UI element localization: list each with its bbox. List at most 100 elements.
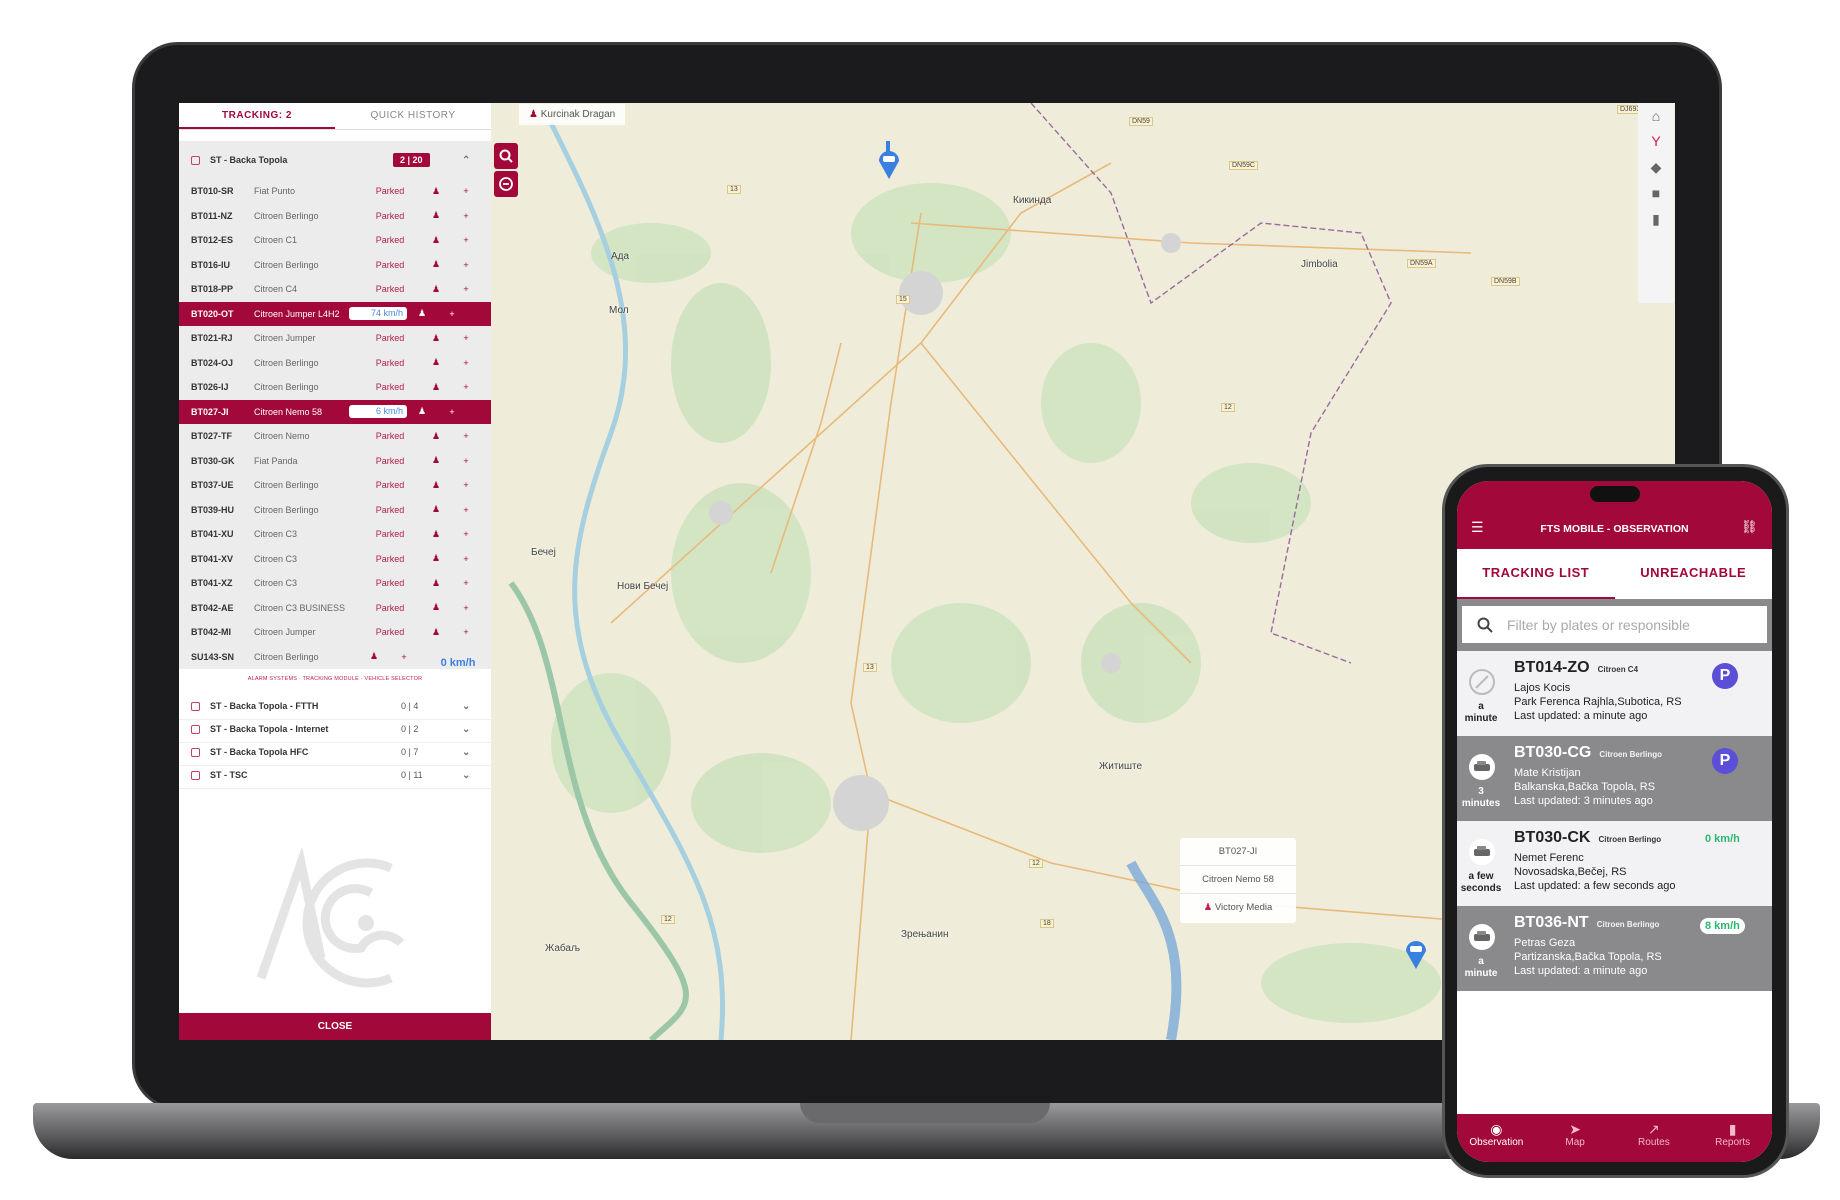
vehicle-row[interactable]: BT041-XV Citroen C3 Parked ♟ + [179, 547, 491, 572]
chevron-up-icon[interactable]: ⌃ [462, 155, 470, 166]
driver-icon[interactable]: ♟ [421, 504, 451, 515]
driver-icon[interactable]: ♟ [421, 602, 451, 613]
vehicle-row[interactable]: BT027-JI Citroen Nemo 58 6 km/h ♟ + [179, 399, 491, 424]
group-checkbox[interactable] [191, 724, 200, 734]
driver-icon[interactable]: ♟ [359, 651, 389, 662]
driver-icon[interactable]: ♟ [421, 553, 451, 564]
close-button[interactable]: CLOSE [179, 1013, 491, 1040]
chevron-down-icon[interactable]: ⌄ [462, 724, 470, 735]
zoom-out-button[interactable] [494, 171, 518, 197]
vehicle-model: Citroen Berlingo [254, 357, 319, 368]
time-ago-value: a [1478, 701, 1484, 712]
add-icon[interactable]: + [451, 505, 481, 515]
nav-observation[interactable]: ◉ Observation [1457, 1114, 1536, 1162]
chevron-down-icon[interactable]: ⌄ [462, 770, 470, 781]
driver-icon[interactable]: ♟ [421, 480, 451, 491]
vehicle-row[interactable]: BT030-GK Fiat Panda Parked ♟ + [179, 449, 491, 474]
tab-quick-history[interactable]: QUICK HISTORY [335, 103, 491, 129]
vehicle-row[interactable]: BT026-IJ Citroen Berlingo Parked ♟ + [179, 375, 491, 400]
vehicle-card[interactable]: a minute BT014-ZO Citroen C4 Lajos Kocis Park… [1457, 651, 1772, 736]
tab-tracking[interactable]: TRACKING: 2 [179, 103, 335, 129]
zoom-in-button[interactable] [494, 143, 518, 169]
vehicle-row[interactable]: BT021-RJ Citroen Jumper Parked ♟ + [179, 326, 491, 351]
nav-routes[interactable]: ↗ Routes [1615, 1114, 1694, 1162]
driver-icon[interactable]: ♟ [421, 333, 451, 344]
add-icon[interactable]: + [437, 309, 467, 319]
tab-tracking-list[interactable]: TRACKING LIST [1457, 549, 1615, 599]
add-icon[interactable]: + [451, 627, 481, 637]
driver-icon[interactable]: ♟ [421, 455, 451, 466]
vehicle-row[interactable]: BT042-AE Citroen C3 BUSINESS Parked ♟ + [179, 596, 491, 621]
vehicle-row[interactable]: BT041-XU Citroen C3 Parked ♟ + [179, 522, 491, 547]
group-checkbox[interactable] [191, 747, 200, 757]
vehicle-row[interactable]: BT039-HU Citroen Berlingo Parked ♟ + [179, 498, 491, 523]
driver-icon[interactable]: ♟ [421, 284, 451, 295]
driver-icon[interactable]: ♟ [421, 259, 451, 270]
alert-icon[interactable]: ■ [1647, 184, 1665, 202]
chevron-down-icon[interactable]: ⌄ [462, 747, 470, 758]
group-checkbox[interactable] [191, 155, 200, 165]
chevron-down-icon[interactable]: ⌄ [462, 701, 470, 712]
directions-icon[interactable]: ◆ [1647, 158, 1665, 176]
add-icon[interactable]: + [451, 211, 481, 221]
driver-icon[interactable]: ♟ [407, 308, 437, 319]
car-icon[interactable]: ⛓ [1741, 519, 1758, 535]
driver-icon[interactable]: ♟ [421, 210, 451, 221]
group-row[interactable]: ST - TSC 0 | 11 ⌄ [179, 762, 491, 789]
add-icon[interactable]: + [451, 554, 481, 564]
add-icon[interactable]: + [451, 186, 481, 196]
driver-icon[interactable]: ♟ [421, 578, 451, 589]
vehicle-row[interactable]: BT027-TF Citroen Nemo Parked ♟ + [179, 424, 491, 449]
vehicle-row[interactable]: BT020-OT Citroen Jumper L4H2 74 km/h ♟ + [179, 301, 491, 326]
add-icon[interactable]: + [451, 603, 481, 613]
add-icon[interactable]: + [451, 456, 481, 466]
vehicle-card[interactable]: 3 minutes BT030-CG Citroen Berlingo Mate Kri… [1457, 736, 1772, 821]
vehicle-pin-icon[interactable] [878, 141, 900, 181]
car-icon [1469, 839, 1495, 865]
vehicle-card[interactable]: a few seconds BT030-CK Citroen Berlingo Neme… [1457, 821, 1772, 906]
add-icon[interactable]: + [389, 652, 419, 662]
driver-icon[interactable]: ♟ [421, 186, 451, 197]
driver-icon[interactable]: ♟ [421, 235, 451, 246]
driver-icon[interactable]: ♟ [421, 382, 451, 393]
fuel-icon[interactable]: ▮ [1647, 210, 1665, 228]
vehicle-row[interactable]: BT018-PP Citroen C4 Parked ♟ + [179, 277, 491, 302]
nav-reports[interactable]: ▮ Reports [1693, 1114, 1772, 1162]
add-icon[interactable]: + [451, 260, 481, 270]
vehicle-row[interactable]: BT010-SR Fiat Punto Parked ♟ + [179, 179, 491, 204]
driver-icon[interactable]: ♟ [421, 627, 451, 638]
add-icon[interactable]: + [451, 431, 481, 441]
add-icon[interactable]: + [451, 480, 481, 490]
vehicle-row[interactable]: BT024-OJ Citroen Berlingo Parked ♟ + [179, 351, 491, 376]
add-icon[interactable]: + [451, 382, 481, 392]
vehicle-row[interactable]: BT042-MI Citroen Jumper Parked ♟ + [179, 620, 491, 645]
vehicle-row[interactable]: BT011-NZ Citroen Berlingo Parked ♟ + [179, 204, 491, 229]
nav-map[interactable]: ➤ Map [1536, 1114, 1615, 1162]
search-input[interactable] [1462, 606, 1767, 643]
panel-tabs: TRACKING: 2 QUICK HISTORY [179, 103, 491, 130]
driver-icon[interactable]: ♟ [421, 357, 451, 368]
home-icon[interactable]: ⌂ [1647, 107, 1665, 125]
tab-unreachable[interactable]: UNREACHABLE [1615, 549, 1773, 599]
vehicle-row[interactable]: SU143-SN Citroen Berlingo 0 km/h ♟ + [179, 645, 491, 670]
group-checkbox[interactable] [191, 701, 200, 711]
add-icon[interactable]: + [437, 407, 467, 417]
fork-icon[interactable]: Y [1647, 132, 1665, 150]
vehicle-pin-icon[interactable] [1405, 939, 1427, 971]
add-icon[interactable]: + [451, 578, 481, 588]
add-icon[interactable]: + [451, 358, 481, 368]
driver-icon[interactable]: ♟ [421, 529, 451, 540]
vehicle-row[interactable]: BT016-IU Citroen Berlingo Parked ♟ + [179, 253, 491, 278]
vehicle-row[interactable]: BT037-UE Citroen Berlingo Parked ♟ + [179, 473, 491, 498]
add-icon[interactable]: + [451, 529, 481, 539]
driver-icon[interactable]: ♟ [421, 431, 451, 442]
group-checkbox[interactable] [191, 770, 200, 780]
vehicle-row[interactable]: BT041-XZ Citroen C3 Parked ♟ + [179, 571, 491, 596]
driver-icon[interactable]: ♟ [407, 406, 437, 417]
add-icon[interactable]: + [451, 284, 481, 294]
add-icon[interactable]: + [451, 235, 481, 245]
vehicle-row[interactable]: BT012-ES Citroen C1 Parked ♟ + [179, 228, 491, 253]
vehicle-card[interactable]: a minute BT036-NT Citroen Berlingo Petras Ge… [1457, 906, 1772, 991]
group-header[interactable]: ST - Backa Topola 2 | 20 ⌃ [179, 141, 491, 179]
add-icon[interactable]: + [451, 333, 481, 343]
